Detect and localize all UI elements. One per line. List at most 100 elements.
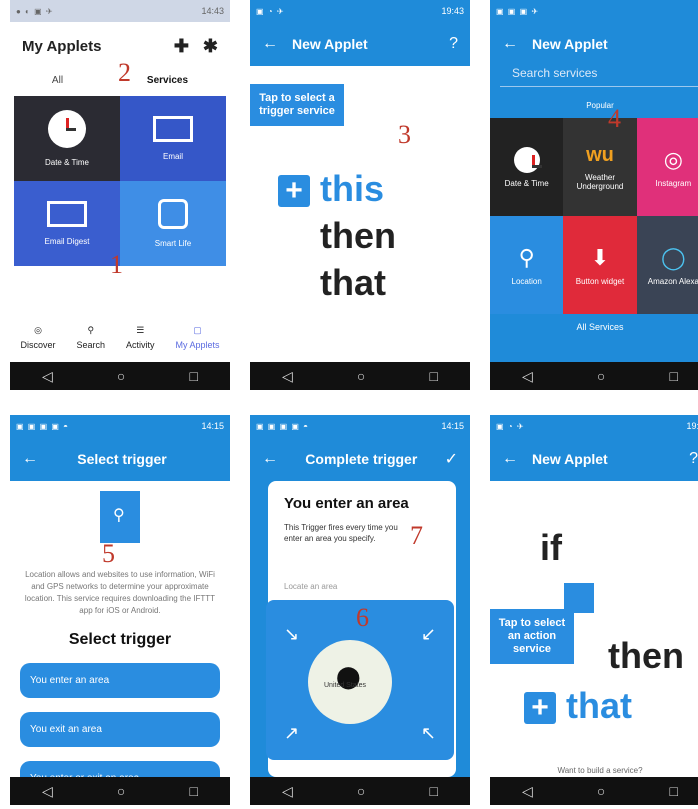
page-title: Complete trigger — [305, 451, 418, 467]
add-icon[interactable]: ✚ — [174, 36, 189, 57]
tile-email[interactable]: Email — [120, 96, 226, 181]
recents-icon[interactable]: □ — [429, 783, 437, 799]
nav-search[interactable]: ⚲ Search — [76, 325, 105, 350]
status-bar: ▣ ▣ ▣ ▣ ◓ 14:15 — [10, 415, 230, 437]
back-arrow-icon[interactable]: ← — [262, 450, 278, 468]
that-button[interactable]: + that — [524, 685, 632, 727]
that-label: that — [320, 262, 386, 303]
home-circle-icon[interactable]: ○ — [357, 368, 365, 384]
plus-icon: + — [278, 175, 310, 208]
nav-activity[interactable]: ☰ Activity — [126, 325, 155, 350]
phone-new-applet: ▣ ◔ ✈ 19:43 ← New Applet ? Tap to select … — [250, 0, 470, 390]
back-icon[interactable]: ◁ — [282, 368, 293, 385]
page-title: My Applets — [22, 38, 102, 55]
app-bar: ← New Applet ? — [490, 437, 698, 481]
if-label: if — [540, 527, 562, 568]
status-time: 14:15 — [441, 421, 464, 431]
arrow-icon: ↙ — [420, 624, 436, 644]
back-arrow-icon[interactable]: ← — [262, 35, 278, 53]
home-circle-icon[interactable]: ○ — [597, 783, 605, 799]
service-instagram[interactable]: ◎ Instagram — [636, 118, 698, 216]
page-title: New Applet — [532, 36, 608, 52]
button-press-icon: ⬇ — [590, 244, 610, 270]
service-location[interactable]: ⚲ Location — [490, 216, 564, 314]
recents-icon[interactable]: □ — [669, 368, 677, 384]
service-label: Location — [511, 276, 542, 286]
status-bar: ▣ ◔ ✈19:5 — [490, 415, 698, 437]
recents-icon[interactable]: □ — [429, 368, 437, 384]
envelope-icon — [47, 201, 87, 227]
step-number: 5 — [102, 539, 115, 568]
tile-smart-life[interactable]: Smart Life — [120, 181, 226, 266]
tile-date-time[interactable]: Date & Time — [14, 96, 120, 181]
help-icon[interactable]: ? — [689, 450, 698, 468]
weather-logo-icon: wu — [586, 143, 614, 166]
recents-icon[interactable]: □ — [669, 783, 677, 799]
recents-icon[interactable]: □ — [189, 368, 197, 384]
tile-email-digest[interactable]: Email Digest — [14, 181, 120, 266]
all-services-link[interactable]: All Services — [490, 314, 698, 340]
search-input[interactable]: Search services — [500, 66, 698, 87]
back-icon[interactable]: ◁ — [522, 368, 533, 385]
back-icon[interactable]: ◁ — [282, 783, 293, 800]
system-navbar: ◁ ○ □ — [10, 362, 230, 390]
header: My Applets ✚ ✱ — [10, 22, 230, 61]
recents-icon[interactable]: □ — [189, 783, 197, 799]
nav-discover[interactable]: ◎ Discover — [20, 325, 55, 350]
trigger-description: This Trigger fires every time you enter … — [284, 523, 398, 543]
clock-icon — [513, 146, 542, 173]
gear-icon[interactable]: ✱ — [203, 36, 218, 57]
tab-all[interactable]: All — [52, 75, 63, 86]
service-label: Amazon Alexa — [647, 276, 698, 286]
app-bar: ← Complete trigger ✓ — [250, 437, 470, 481]
home-circle-icon[interactable]: ○ — [597, 368, 605, 384]
home-circle-icon[interactable]: ○ — [117, 783, 125, 799]
activity-icon: ☰ — [136, 324, 145, 335]
back-arrow-icon[interactable]: ← — [502, 450, 518, 468]
this-button[interactable]: + this — [278, 168, 384, 210]
service-weather[interactable]: wu Weather Underground — [563, 118, 637, 216]
page-title: Select trigger — [77, 451, 167, 467]
tile-label: Smart Life — [154, 239, 192, 248]
status-time: 19:43 — [441, 6, 464, 16]
service-label: Weather Underground — [576, 172, 624, 191]
tab-services[interactable]: Services — [147, 75, 188, 86]
popular-label: Popular — [586, 101, 614, 110]
arrow-icon: ↖ — [420, 723, 436, 743]
back-icon[interactable]: ◁ — [42, 368, 53, 385]
home-circle-icon[interactable]: ○ — [117, 368, 125, 384]
location-pin-icon: ⚲ — [518, 244, 535, 270]
service-label: Instagram — [655, 178, 692, 188]
alexa-icon: ◯ — [661, 244, 686, 270]
clock-icon — [48, 110, 86, 148]
status-bar: ▣ ▣ ▣ ▣ ◓ 14:15 — [250, 415, 470, 437]
back-icon[interactable]: ◁ — [42, 783, 53, 800]
build-service-link[interactable]: Want to build a service? — [490, 766, 698, 775]
service-alexa[interactable]: ◯ Amazon Alexa — [636, 216, 698, 314]
trigger-exit-area[interactable]: You exit an area — [20, 712, 220, 747]
nav-label: Discover — [20, 339, 56, 350]
help-icon[interactable]: ? — [449, 35, 458, 53]
back-arrow-icon[interactable]: ← — [502, 35, 518, 53]
location-pin-icon: ⚲ — [113, 507, 125, 524]
app-bar: ← New Applet — [490, 22, 698, 66]
nav-my-applets[interactable]: ▢ My Applets — [175, 325, 219, 350]
system-navbar: ◁ ○ □ — [490, 362, 698, 390]
plus-icon: + — [524, 692, 556, 725]
page-title: New Applet — [292, 36, 368, 52]
this-label: this — [320, 168, 385, 209]
back-icon[interactable]: ◁ — [522, 783, 533, 800]
service-date-time[interactable]: Date & Time — [490, 118, 564, 216]
trigger-tooltip: Tap to select a trigger service — [250, 84, 344, 126]
map-label: United States — [324, 682, 367, 689]
back-arrow-icon[interactable]: ← — [22, 450, 38, 468]
nav-label: My Applets — [175, 339, 220, 350]
service-button-widget[interactable]: ⬇ Button widget — [563, 216, 637, 314]
area-circle[interactable]: ⬤ United States — [308, 640, 392, 724]
trigger-enter-area[interactable]: You enter an area — [20, 663, 220, 698]
tile-label: Email — [162, 152, 183, 161]
system-navbar: ◁ ○ □ — [250, 362, 470, 390]
checkmark-icon[interactable]: ✓ — [445, 449, 458, 469]
status-time: 19:5 — [686, 421, 698, 431]
home-circle-icon[interactable]: ○ — [357, 783, 365, 799]
